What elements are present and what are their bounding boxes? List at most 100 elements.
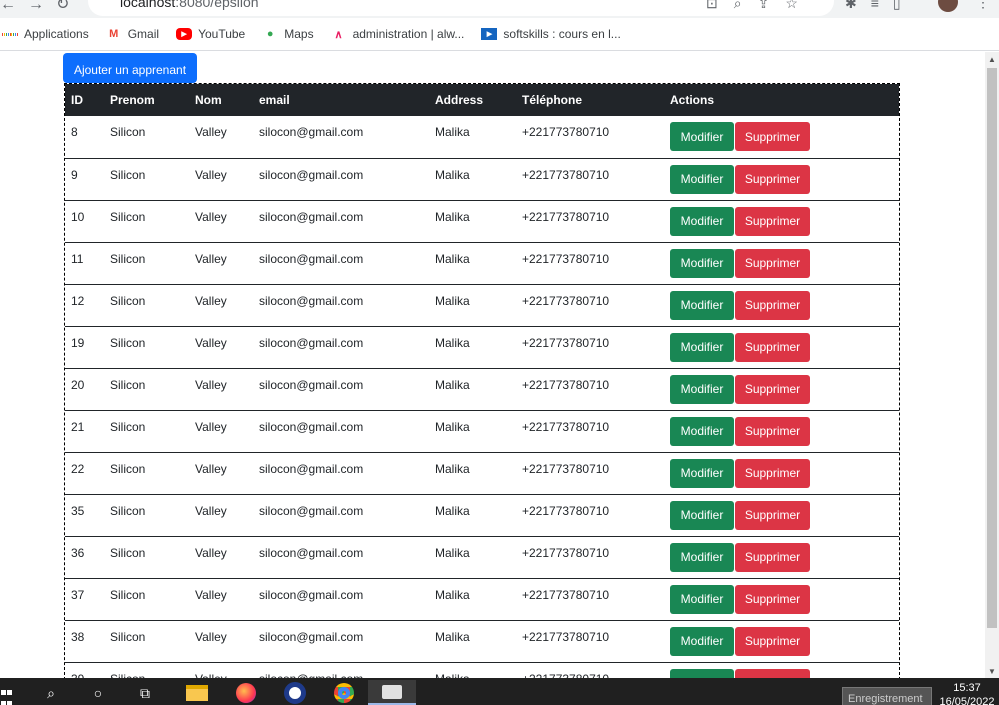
table-row: 39SiliconValleysilocon@gmail.comMalika+2… — [65, 662, 899, 678]
app-icon[interactable] — [283, 682, 307, 704]
forward-arrow-icon[interactable]: → — [28, 0, 44, 13]
edit-button[interactable]: Modifier — [670, 374, 734, 404]
cell-actions: ModifierSupprimer — [664, 452, 899, 494]
edit-button[interactable]: Modifier — [670, 206, 734, 236]
share-icon[interactable]: ⇪ — [758, 0, 770, 11]
translate-icon[interactable]: ⊡ — [706, 0, 718, 11]
delete-button[interactable]: Supprimer — [735, 122, 810, 151]
delete-button[interactable]: Supprimer — [735, 374, 810, 404]
cell-nom: Valley — [195, 629, 227, 644]
bookmark-applications[interactable]: Applications — [2, 26, 89, 42]
cell-nom: Valley — [195, 377, 227, 392]
cell-prenom: Silicon — [110, 629, 146, 644]
search-icon[interactable]: ⌕ — [40, 682, 62, 704]
cell-nom: Valley — [195, 125, 227, 139]
table-row: 35 Silicon Valley silocon@gmail.com Malika +2… — [65, 494, 899, 536]
cell-prenom: Silicon — [110, 293, 146, 308]
cell-prenom: Silicon — [110, 377, 146, 392]
bookmark-softskills[interactable]: ▶ softskills : cours en l... — [481, 27, 621, 41]
firefox-icon[interactable] — [234, 682, 258, 704]
edit-button[interactable]: Modifier — [670, 416, 734, 446]
file-explorer-icon[interactable] — [184, 682, 210, 704]
edit-button[interactable]: Modifier — [670, 542, 734, 572]
extension-icons: ✱ ≡ ▯ — [845, 0, 915, 12]
delete-button[interactable]: Supprimer — [735, 500, 810, 530]
bookmark-label: Maps — [284, 27, 314, 41]
url-host: localhost — [120, 0, 176, 10]
cell-address: Malika — [435, 167, 470, 182]
media-icon[interactable]: ≡ — [871, 0, 879, 11]
reload-icon[interactable]: ↻ — [56, 0, 69, 13]
edit-button[interactable]: Modifier — [670, 290, 734, 320]
edit-button[interactable]: Modifier — [670, 458, 734, 488]
cell-nom: Valley — [195, 461, 227, 476]
notification-chip[interactable]: Enregistrement — [842, 687, 932, 705]
delete-button[interactable]: Supprimer — [735, 332, 810, 362]
cortana-circle-icon[interactable]: ○ — [87, 682, 109, 704]
table-row: 22 Silicon Valley silocon@gmail.com Malika +2… — [65, 452, 899, 494]
edit-button[interactable]: Modifier — [670, 500, 734, 530]
active-app-icon[interactable] — [368, 680, 416, 705]
bookmark-youtube[interactable]: ▶ YouTube — [176, 27, 245, 41]
scroll-up-icon[interactable]: ▲ — [988, 55, 996, 64]
add-learner-button[interactable]: Ajouter un apprenant — [63, 53, 197, 83]
edit-button[interactable]: Modifier — [670, 122, 734, 151]
address-bar-actions: ⊡ ⌕ ⇪ ☆ — [706, 0, 814, 12]
bookmark-label: softskills : cours en l... — [503, 27, 621, 41]
delete-button[interactable]: Supprimer — [735, 164, 810, 194]
cell-telephone: +221773780710 — [522, 461, 610, 476]
cell-email: silocon@gmail.com — [259, 419, 364, 434]
page-scrollbar[interactable]: ▲ ▼ — [985, 52, 999, 678]
cell-actions: ModifierSupprimer — [664, 284, 899, 326]
cell-telephone: +221773780710 — [522, 335, 610, 350]
delete-button[interactable]: Supprimer — [735, 626, 810, 656]
header-email: email — [259, 93, 290, 107]
task-view-icon[interactable]: ⧉ — [134, 682, 156, 704]
back-arrow-icon[interactable]: ← — [0, 0, 16, 13]
profile-avatar[interactable] — [938, 0, 958, 12]
delete-button[interactable]: Supprimer — [735, 290, 810, 320]
bookmark-gmail[interactable]: M Gmail — [106, 26, 159, 42]
edit-button[interactable]: Modifier — [670, 626, 734, 656]
cell-actions: ModifierSupprimer — [664, 368, 899, 410]
edit-button[interactable]: Modifier — [670, 332, 734, 362]
bookmark-label: administration | alw... — [352, 27, 465, 41]
chrome-icon[interactable] — [332, 682, 356, 704]
cell-email: silocon@gmail.com — [259, 629, 364, 644]
delete-button[interactable]: Supprimer — [735, 248, 810, 278]
table-row: 12 Silicon Valley silocon@gmail.com Malika +2… — [65, 284, 899, 326]
windows-start-icon[interactable] — [0, 687, 12, 705]
header-actions: Actions — [670, 93, 715, 107]
browser-nav: ← → ↻ — [0, 0, 81, 14]
cell-email: silocon@gmail.com — [259, 251, 364, 266]
extensions-puzzle-icon[interactable]: ✱ — [845, 0, 857, 11]
scrollbar-thumb[interactable] — [987, 68, 997, 628]
header-id: ID — [71, 93, 83, 107]
delete-button[interactable]: Supprimer — [735, 584, 810, 614]
url-text[interactable]: localhost:8080/epsilon — [120, 0, 259, 10]
edit-button[interactable]: Modifier — [670, 668, 734, 678]
edit-button[interactable]: Modifier — [670, 248, 734, 278]
edit-button[interactable]: Modifier — [670, 584, 734, 614]
delete-button[interactable]: Supprimer — [735, 542, 810, 572]
zoom-icon[interactable]: ⌕ — [734, 0, 742, 11]
delete-button[interactable]: Supprimer — [735, 206, 810, 236]
table-row: 36 Silicon Valley silocon@gmail.com Malika +2… — [65, 536, 899, 578]
os-taskbar: ⌕ ○ ⧉ Enregistrement 15:37 16/05/2022 — [0, 678, 999, 705]
edit-button[interactable]: Modifier — [670, 164, 734, 194]
cell-telephone: +221773780710 — [522, 167, 610, 182]
menu-kebab-icon[interactable]: ⋮ — [976, 0, 990, 11]
system-clock[interactable]: 15:37 16/05/2022 — [938, 681, 996, 705]
delete-button[interactable]: Supprimer — [735, 668, 810, 678]
delete-button[interactable]: Supprimer — [735, 416, 810, 446]
browser-toolbar: ← → ↻ localhost:8080/epsilon ⊡ ⌕ ⇪ ☆ ✱ ≡ ▯ ⋮ — [0, 0, 999, 18]
cell-prenom: Silicon — [110, 587, 146, 602]
bookmark-administration[interactable]: ∧ administration | alw... — [331, 26, 465, 42]
bookmark-maps[interactable]: ● Maps — [262, 26, 314, 42]
star-icon[interactable]: ☆ — [785, 0, 798, 11]
delete-button[interactable]: Supprimer — [735, 458, 810, 488]
url-path: :8080/epsilon — [175, 0, 259, 10]
side-panel-icon[interactable]: ▯ — [893, 0, 901, 11]
scroll-down-icon[interactable]: ▼ — [988, 667, 996, 676]
cell-prenom: Silicon — [110, 461, 146, 476]
